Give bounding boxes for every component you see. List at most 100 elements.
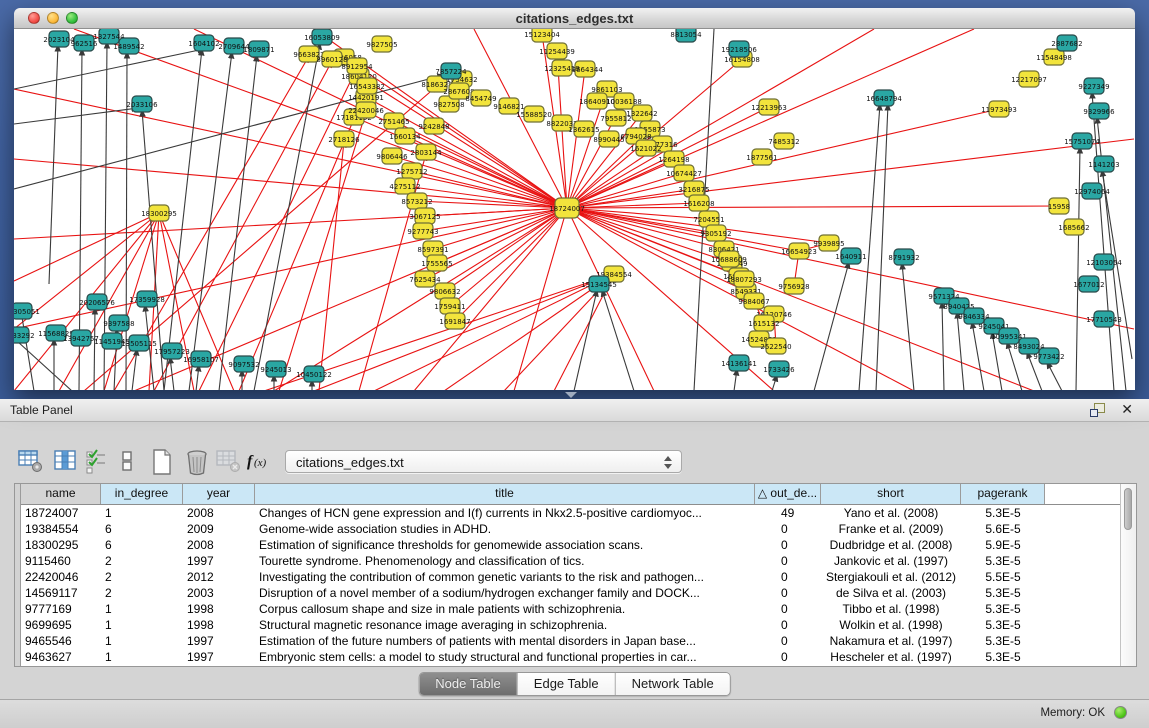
table-cell-name[interactable]: 22420046 (21, 569, 101, 585)
table-cell-pagerank[interactable]: 5.3E-5 (961, 505, 1045, 521)
table-cell-name[interactable]: 18724007 (21, 505, 101, 521)
table-cell-short[interactable]: Stergiakouli et al. (2012) (821, 569, 961, 585)
new-column-button[interactable] (147, 446, 177, 476)
function-builder-button[interactable]: f (x) (245, 446, 275, 476)
network-node[interactable]: 1640911 (835, 248, 866, 264)
table-row[interactable]: 1456911722003Disruption of a novel membe… (21, 585, 1121, 601)
table-row[interactable]: 1938455462009Genome-wide association stu… (21, 521, 1121, 537)
table-cell-pagerank[interactable]: 5.3E-5 (961, 601, 1045, 617)
table-cell-title[interactable]: Genome-wide association studies in ADHD. (255, 521, 755, 537)
panel-resize-grip[interactable] (565, 392, 577, 398)
network-node[interactable]: 9329966 (1083, 103, 1115, 119)
network-node[interactable]: 1141203 (1088, 156, 1119, 172)
table-cell-title[interactable]: Changes of HCN gene expression and I(f) … (255, 505, 755, 521)
table-cell-in_degree[interactable]: 6 (101, 521, 183, 537)
network-node[interactable]: 7485312 (768, 133, 799, 149)
network-node[interactable]: 9827505 (366, 36, 397, 52)
table-cell-in_degree[interactable]: 1 (101, 617, 183, 633)
table-cell-name[interactable]: 9699695 (21, 617, 101, 633)
network-node[interactable]: 9133292 (14, 327, 35, 343)
network-node[interactable]: 12217097 (1011, 71, 1047, 87)
window-titlebar[interactable]: citations_edges.txt (14, 8, 1135, 29)
table-cell-in_degree[interactable]: 6 (101, 537, 183, 553)
network-node[interactable]: 14136141 (721, 355, 757, 371)
table-cell-pagerank[interactable]: 5.3E-5 (961, 633, 1045, 649)
table-cell-out_degree[interactable]: 0 (755, 521, 821, 537)
table-row[interactable]: 911546021997Tourette syndrome. Phenomeno… (21, 553, 1121, 569)
table-cell-short[interactable]: Nakamura et al. (1997) (821, 633, 961, 649)
network-node[interactable]: 16648794 (866, 90, 902, 106)
table-cell-short[interactable]: Jankovic et al. (1997) (821, 553, 961, 569)
table-cell-title[interactable]: Corpus callosum shape and size in male p… (255, 601, 755, 617)
close-panel-button[interactable]: ✕ (1121, 401, 1133, 417)
network-node[interactable]: 15958 (1048, 198, 1070, 214)
network-node[interactable]: 8791932 (888, 249, 919, 265)
table-cell-year[interactable]: 1998 (183, 617, 255, 633)
column-header-short[interactable]: short (821, 484, 961, 504)
table-cell-short[interactable]: Dudbridge et al. (2008) (821, 537, 961, 553)
table-cell-in_degree[interactable]: 1 (101, 649, 183, 665)
network-canvas[interactable]: 1872400718300295193845541222605818604120… (14, 29, 1135, 390)
scrollbar-thumb[interactable] (1124, 488, 1132, 530)
table-cell-in_degree[interactable]: 1 (101, 601, 183, 617)
table-cell-short[interactable]: Hescheler et al. (1997) (821, 649, 961, 665)
table-cell-short[interactable]: Wolkin et al. (1998) (821, 617, 961, 633)
table-cell-name[interactable]: 9115460 (21, 553, 101, 569)
table-cell-short[interactable]: Tibbo et al. (1998) (821, 601, 961, 617)
table-cell-in_degree[interactable]: 2 (101, 585, 183, 601)
table-cell-title[interactable]: Estimation of the future numbers of pati… (255, 633, 755, 649)
table-cell-out_degree[interactable]: 0 (755, 569, 821, 585)
network-node[interactable]: 3067125 (409, 208, 440, 224)
tab-node-table[interactable]: Node Table (419, 673, 517, 695)
network-node[interactable]: 1691847 (439, 313, 470, 329)
column-header-name[interactable]: name (21, 484, 101, 504)
table-cell-year[interactable]: 2009 (183, 521, 255, 537)
selection-mode-button[interactable] (112, 446, 142, 476)
network-node[interactable]: 9242848 (418, 118, 449, 134)
column-header-pagerank[interactable]: pagerank (961, 484, 1045, 504)
network-node[interactable]: 16654923 (781, 243, 817, 259)
table-cell-name[interactable]: 18300295 (21, 537, 101, 553)
table-cell-pagerank[interactable]: 5.3E-5 (961, 553, 1045, 569)
table-row[interactable]: 977716911998Corpus callosum shape and si… (21, 601, 1121, 617)
table-cell-out_degree[interactable]: 0 (755, 585, 821, 601)
table-cell-year[interactable]: 2012 (183, 569, 255, 585)
table-cell-title[interactable]: Embryonic stem cells: a model to study s… (255, 649, 755, 665)
network-node[interactable]: 10450122 (296, 366, 332, 382)
tab-edge-table[interactable]: Edge Table (517, 673, 615, 695)
table-cell-year[interactable]: 2008 (183, 505, 255, 521)
network-view[interactable]: 1872400718300295193845541222605818604120… (14, 29, 1135, 390)
network-node[interactable]: 1685662 (1058, 219, 1089, 235)
network-node[interactable]: 1877561 (746, 149, 777, 165)
table-cell-in_degree[interactable]: 2 (101, 569, 183, 585)
network-node[interactable]: 9245013 (260, 361, 291, 377)
table-cell-short[interactable]: de Silva et al. (2003) (821, 585, 961, 601)
table-row[interactable]: 1830029562008Estimation of significance … (21, 537, 1121, 553)
table-cell-out_degree[interactable]: 49 (755, 505, 821, 521)
table-cell-out_degree[interactable]: 0 (755, 649, 821, 665)
network-node[interactable]: 9806446 (376, 148, 408, 164)
network-node[interactable]: 2033106 (126, 96, 158, 112)
network-node[interactable]: 1604102 (188, 35, 219, 51)
network-node[interactable]: 8813054 (670, 29, 702, 42)
table-row[interactable]: 946554611997Estimation of the future num… (21, 633, 1121, 649)
table-cell-out_degree[interactable]: 0 (755, 537, 821, 553)
delete-column-button[interactable] (182, 446, 212, 476)
table-cell-name[interactable]: 9465546 (21, 633, 101, 649)
network-node[interactable]: 11254439 (539, 43, 575, 59)
table-vertical-scrollbar[interactable] (1120, 484, 1136, 666)
network-node[interactable]: 9756928 (778, 278, 809, 294)
table-cell-title[interactable]: Investigating the contribution of common… (255, 569, 755, 585)
table-cell-pagerank[interactable]: 5.6E-5 (961, 521, 1045, 537)
network-node[interactable]: 15123404 (524, 29, 560, 42)
table-cell-year[interactable]: 2008 (183, 537, 255, 553)
table-cell-out_degree[interactable]: 0 (755, 633, 821, 649)
network-node[interactable]: 9939895 (813, 235, 844, 251)
table-select-dropdown[interactable]: citations_edges.txt (285, 450, 682, 473)
table-cell-name[interactable]: 19384554 (21, 521, 101, 537)
network-node[interactable]: 12103054 (1086, 254, 1122, 270)
network-node[interactable]: 1759411 (434, 298, 465, 314)
tab-network-table[interactable]: Network Table (615, 673, 730, 695)
network-node[interactable]: 16053809 (304, 29, 340, 45)
table-cell-out_degree[interactable]: 0 (755, 617, 821, 633)
